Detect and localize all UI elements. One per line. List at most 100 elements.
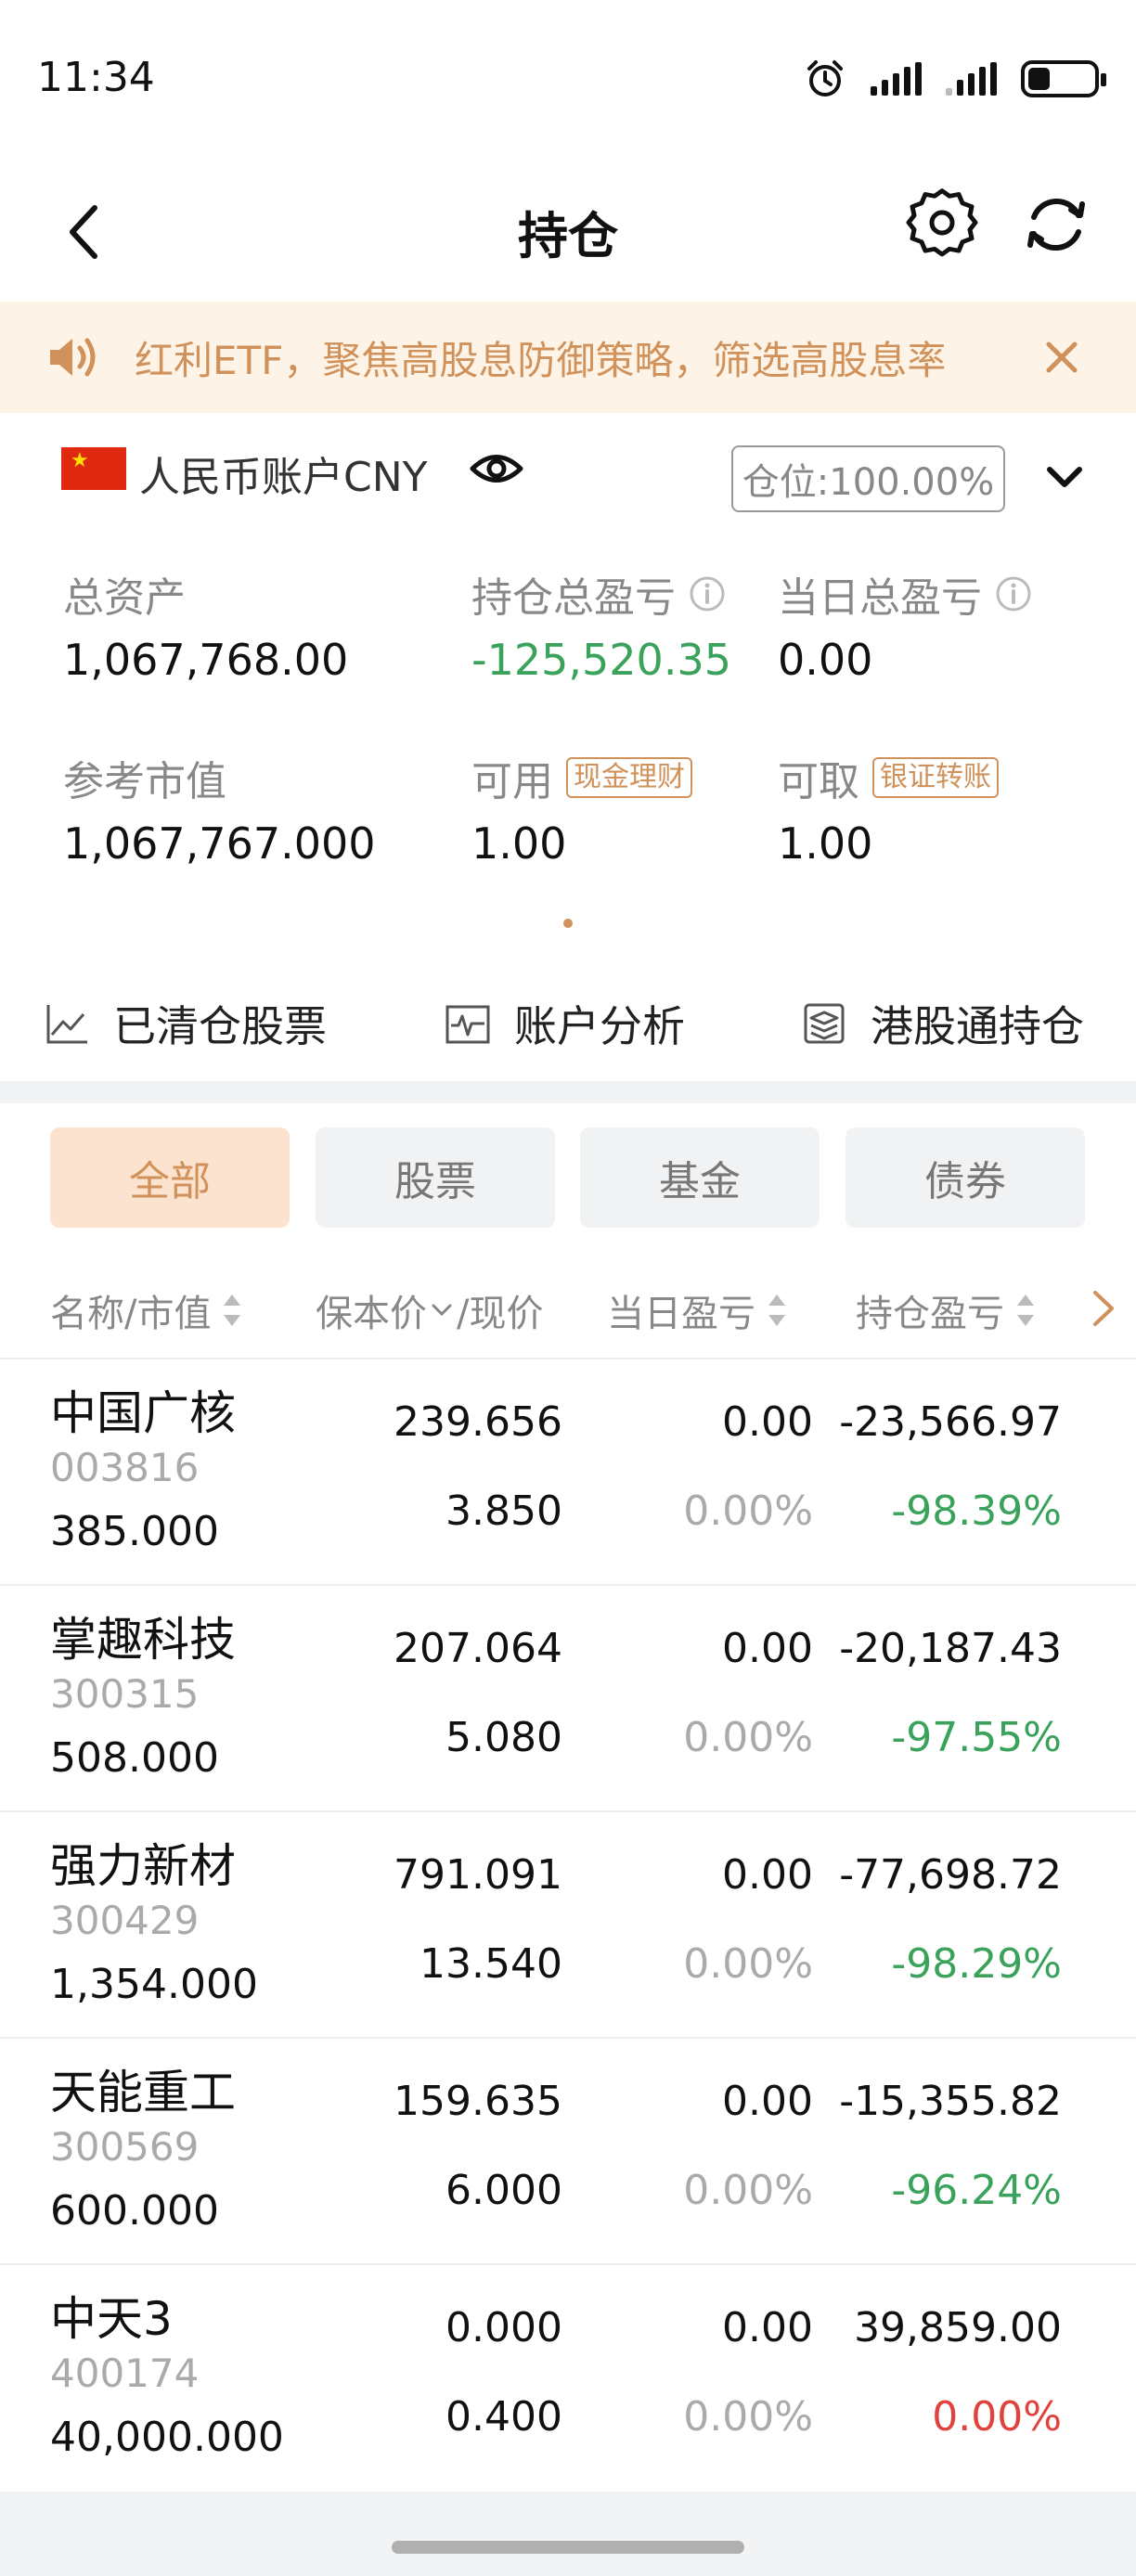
signal-icon-secondary xyxy=(946,62,997,96)
metric-available: 可用 现金理财 1.00 xyxy=(471,748,692,869)
day-pl-value: 0.00 xyxy=(778,635,873,685)
layers-icon xyxy=(804,1003,845,1044)
sort-icon xyxy=(224,1294,241,1326)
holding-pl-percent: -98.29% xyxy=(891,1940,1062,1988)
cost-price: 207.064 xyxy=(394,1625,562,1672)
section-divider xyxy=(0,1081,1136,1103)
holding-pl: -15,355.82 xyxy=(839,2078,1062,2125)
chevron-right-icon[interactable] xyxy=(1088,1285,1119,1332)
withdrawable-value: 1.00 xyxy=(778,818,873,869)
shortcut-bar: 已清仓股票 账户分析 港股通持仓 xyxy=(0,974,1136,1076)
account-name[interactable]: 人民币账户CNY xyxy=(139,444,428,503)
metric-market-value: 参考市值 1,067,767.000 xyxy=(63,758,376,869)
market-value: 1,354.000 xyxy=(50,1961,258,2008)
filter-tabs: 全部 股票 基金 债券 xyxy=(0,1127,1136,1230)
status-time: 11:34 xyxy=(37,54,155,101)
day-pl-percent: 0.00% xyxy=(683,2167,813,2214)
header-holding-pl[interactable]: 持仓盈亏 xyxy=(856,1283,1038,1337)
current-price: 6.000 xyxy=(445,2167,562,2214)
line-chart-icon xyxy=(46,1005,87,1044)
day-pl: 0.00 xyxy=(722,2078,813,2125)
gear-icon[interactable] xyxy=(905,187,979,262)
stock-name: 中国广核 xyxy=(50,1386,236,1440)
announcement-banner[interactable]: 红利ETF，聚焦高股息防御策略，筛选高股息率 xyxy=(0,302,1136,413)
eye-icon[interactable] xyxy=(469,445,524,492)
holding-pl: 39,859.00 xyxy=(854,2304,1062,2351)
china-flag-icon: ★ xyxy=(61,447,126,490)
metric-day-pl: 当日总盈亏 0.00 xyxy=(778,564,1032,685)
stock-code: 300315 xyxy=(50,1671,200,1717)
holding-pl: -77,698.72 xyxy=(839,1851,1062,1899)
nav-bar: 持仓 xyxy=(0,167,1136,297)
stock-name: 掌趣科技 xyxy=(50,1613,236,1667)
signal-icon xyxy=(871,62,922,96)
tab-stocks[interactable]: 股票 xyxy=(316,1127,555,1228)
day-pl: 0.00 xyxy=(722,2304,813,2351)
tab-funds[interactable]: 基金 xyxy=(580,1127,820,1228)
cleared-stocks-button[interactable]: 已清仓股票 xyxy=(43,993,327,1054)
info-icon[interactable] xyxy=(689,575,726,612)
current-price: 0.400 xyxy=(445,2393,562,2441)
header-name[interactable]: 名称/市值 xyxy=(50,1283,244,1337)
holding-pl: -20,187.43 xyxy=(839,1625,1062,1672)
status-bar: 11:34 xyxy=(0,0,1136,167)
stock-code: 300569 xyxy=(50,2124,200,2170)
tab-all[interactable]: 全部 xyxy=(50,1127,290,1228)
cash-management-tag[interactable]: 现金理财 xyxy=(566,757,692,798)
holding-pl-percent: -98.39% xyxy=(891,1488,1062,1535)
holding-pl: -23,566.97 xyxy=(839,1398,1062,1446)
table-row[interactable]: 掌趣科技 300315 508.000 207.064 5.080 0.00 0… xyxy=(0,1586,1136,1812)
battery-icon xyxy=(1021,60,1106,97)
day-pl-percent: 0.00% xyxy=(683,1488,813,1535)
chevron-down-icon[interactable] xyxy=(1044,462,1085,494)
metric-holding-pl: 持仓总盈亏 -125,520.35 xyxy=(471,574,731,685)
day-pl-percent: 0.00% xyxy=(683,1714,813,1761)
header-day-pl[interactable]: 当日盈亏 xyxy=(607,1283,789,1337)
holding-pl-percent: -96.24% xyxy=(891,2167,1062,2214)
current-price: 5.080 xyxy=(445,1714,562,1761)
table-row[interactable]: 中天3 400174 40,000.000 0.000 0.400 0.00 0… xyxy=(0,2265,1136,2492)
tab-bonds[interactable]: 债券 xyxy=(846,1127,1085,1228)
market-value: 600.000 xyxy=(50,2187,219,2235)
table-row[interactable]: 天能重工 300569 600.000 159.635 6.000 0.00 0… xyxy=(0,2039,1136,2265)
hk-connect-button[interactable]: 港股通持仓 xyxy=(800,993,1084,1054)
market-value-value: 1,067,767.000 xyxy=(63,818,376,869)
available-value: 1.00 xyxy=(471,818,567,869)
header-cost-price[interactable]: 保本价 /现价 xyxy=(316,1283,543,1337)
stock-code: 400174 xyxy=(50,2351,200,2396)
table-row[interactable]: 中国广核 003816 385.000 239.656 3.850 0.00 0… xyxy=(0,1359,1136,1586)
current-price: 3.850 xyxy=(445,1488,562,1535)
account-analysis-button[interactable]: 账户分析 xyxy=(444,993,685,1054)
info-icon[interactable] xyxy=(995,575,1032,612)
speaker-icon xyxy=(50,338,96,377)
alarm-icon xyxy=(807,60,843,97)
banner-text[interactable]: 红利ETF，聚焦高股息防御策略，筛选高股息率 xyxy=(135,329,1021,385)
cost-price: 791.091 xyxy=(394,1851,562,1899)
cost-price: 0.000 xyxy=(445,2304,562,2351)
day-pl: 0.00 xyxy=(722,1851,813,1899)
stock-code: 300429 xyxy=(50,1898,200,1943)
stock-name: 天能重工 xyxy=(50,2066,236,2119)
bottom-area xyxy=(0,2492,1136,2576)
page-indicator-dot xyxy=(563,919,573,928)
current-price: 13.540 xyxy=(420,1940,562,1988)
status-icons xyxy=(804,58,1106,100)
close-icon[interactable] xyxy=(1041,337,1082,378)
market-value: 385.000 xyxy=(50,1508,219,1555)
stock-name: 强力新材 xyxy=(50,1839,236,1893)
bank-transfer-tag[interactable]: 银证转账 xyxy=(872,757,999,798)
total-assets-value: 1,067,768.00 xyxy=(63,635,349,685)
market-value: 508.000 xyxy=(50,1734,219,1782)
analysis-icon xyxy=(445,1005,490,1044)
chevron-down-icon xyxy=(432,1304,452,1317)
account-header: ★ 人民币账户CNY 仓位:100.00% xyxy=(0,418,1136,529)
table-row[interactable]: 强力新材 300429 1,354.000 791.091 13.540 0.0… xyxy=(0,1812,1136,2039)
stock-code: 003816 xyxy=(50,1445,200,1490)
holding-pl-percent: -97.55% xyxy=(891,1714,1062,1761)
refresh-icon[interactable] xyxy=(1019,187,1093,262)
day-pl-percent: 0.00% xyxy=(683,2393,813,2441)
position-badge: 仓位:100.00% xyxy=(731,445,1005,512)
day-pl: 0.00 xyxy=(722,1398,813,1446)
sort-icon xyxy=(768,1294,785,1326)
home-indicator[interactable] xyxy=(392,2541,744,2554)
